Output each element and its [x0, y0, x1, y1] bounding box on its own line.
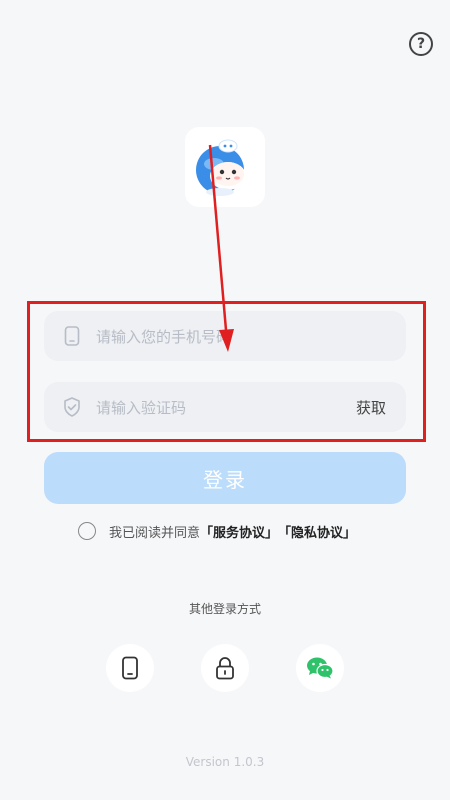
app-logo	[185, 127, 265, 207]
agreement-text: 我已阅读并同意	[109, 525, 201, 541]
agreement-checkbox[interactable]	[78, 522, 96, 540]
question-circle-icon: ?	[416, 36, 426, 52]
wechat-login-button[interactable]	[296, 644, 344, 692]
login-button-label: 登录	[203, 467, 247, 492]
phone-login-button[interactable]	[106, 644, 154, 692]
privacy-agreement-link[interactable]: 「隐私协议」	[278, 522, 356, 541]
phone-icon	[122, 656, 138, 680]
other-login-label: 其他登录方式	[188, 602, 261, 616]
password-login-button[interactable]	[201, 644, 249, 692]
mascot-logo-icon	[196, 139, 246, 196]
login-button[interactable]: 登录	[44, 452, 406, 504]
help-button[interactable]: ?	[409, 32, 433, 56]
version-text: Version 1.0.3	[185, 755, 265, 769]
wechat-icon	[307, 657, 334, 679]
annotation-highlight-box	[27, 301, 426, 442]
service-agreement-link[interactable]: 「服务协议」	[200, 522, 278, 541]
lock-icon	[216, 657, 234, 680]
agreement-row: 我已阅读并同意 「服务协议」 「隐私协议」	[78, 520, 356, 542]
